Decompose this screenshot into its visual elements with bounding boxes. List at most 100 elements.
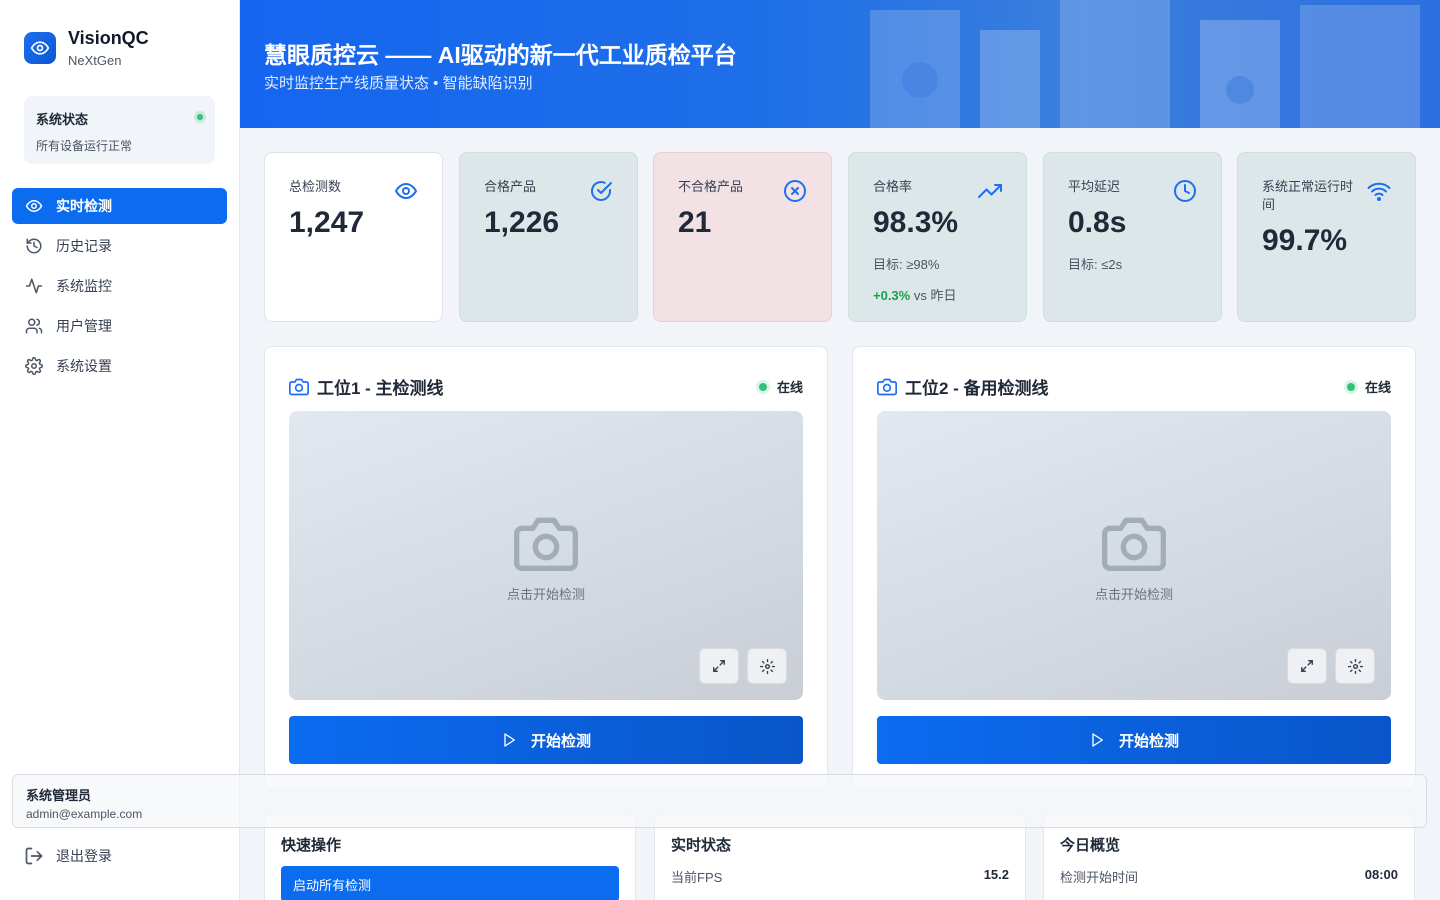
- brand[interactable]: VisionQC NeXtGen: [24, 28, 149, 68]
- wifi-icon: [1367, 182, 1391, 201]
- station-status-label: 在线: [1364, 380, 1391, 395]
- sidebar-item-monitor[interactable]: 系统监控: [12, 268, 227, 304]
- overview-title: 今日概览: [1060, 837, 1121, 854]
- stat-card-latency: 平均延迟 0.8s 目标: ≤2s: [1043, 152, 1222, 322]
- station-status-label: 在线: [776, 380, 803, 395]
- sidebar-item-realtime[interactable]: 实时检测: [12, 188, 227, 224]
- play-icon: [1089, 732, 1105, 748]
- stat-value: 98.3%: [873, 206, 959, 239]
- row-value: 15.2: [983, 867, 1009, 882]
- camera-icon: [289, 378, 309, 395]
- station-status: 在线: [1346, 377, 1391, 396]
- online-dot: [758, 382, 767, 391]
- sidebar-item-settings[interactable]: 系统设置: [12, 348, 227, 384]
- system-status-card: 系统状态 所有设备运行正常: [24, 96, 215, 164]
- row-value: 08:00: [1364, 867, 1398, 882]
- start-detection-label: 开始检测: [1118, 732, 1179, 750]
- system-status-title: 系统状态: [36, 112, 89, 127]
- eye-logo-icon: [24, 32, 56, 64]
- sidebar-item-label: 历史记录: [56, 238, 112, 254]
- factory-background-image: [870, 0, 1420, 128]
- gear-icon: [759, 658, 775, 674]
- sidebar-item-label: 实时检测: [56, 198, 112, 214]
- sidebar-item-label: 用户管理: [56, 318, 112, 334]
- delta-suffix: vs 昨日: [913, 288, 957, 303]
- page-subtitle: 实时监控生产线质量状态 • 智能缺陷识别: [264, 75, 533, 92]
- play-icon: [501, 732, 517, 748]
- stat-label: 合格产品: [484, 179, 537, 194]
- gear-icon: [1347, 658, 1363, 674]
- stat-card-uptime: 系统正常运行时间 99.7%: [1237, 152, 1416, 322]
- stat-label: 不合格产品: [678, 179, 744, 194]
- camera-icon: [877, 378, 897, 395]
- stat-value: 99.7%: [1262, 224, 1348, 257]
- brand-name: VisionQC: [68, 28, 149, 48]
- sidebar-nav: 实时检测 历史记录 系统监控 用户管理 系统设置: [12, 188, 227, 388]
- realtime-row: 当前FPS 15.2: [671, 867, 1009, 886]
- gear-icon: [24, 356, 44, 376]
- expand-icon: [1301, 660, 1313, 672]
- stat-label: 平均延迟: [1068, 179, 1121, 194]
- stat-card-passed: 合格产品 1,226: [459, 152, 638, 322]
- sidebar-item-history[interactable]: 历史记录: [12, 228, 227, 264]
- stat-target: 目标: ≤2s: [1068, 257, 1123, 272]
- camera-settings-button[interactable]: [747, 648, 787, 684]
- start-detection-button[interactable]: 开始检测: [289, 716, 803, 764]
- check-circle-icon: [591, 181, 612, 201]
- status-online-dot: [197, 114, 203, 120]
- station-panel-2: 工位2 - 备用检测线 在线 点击开始检测 开始检测: [852, 346, 1416, 789]
- delta-value: +0.3%: [873, 288, 911, 303]
- stat-label: 系统正常运行时间: [1262, 179, 1354, 212]
- camera-settings-button[interactable]: [1335, 648, 1375, 684]
- stat-label: 合格率: [873, 179, 913, 194]
- users-icon: [24, 316, 44, 336]
- history-icon: [24, 236, 44, 256]
- start-detection-label: 开始检测: [530, 732, 591, 750]
- station-status: 在线: [758, 377, 803, 396]
- station-panel-1: 工位1 - 主检测线 在线 点击开始检测 开始检测: [264, 346, 828, 789]
- stat-target: 目标: ≥98%: [873, 257, 940, 272]
- user-email: admin@example.com: [26, 807, 143, 821]
- start-all-button[interactable]: 启动所有检测: [281, 866, 619, 900]
- x-circle-icon: [784, 180, 806, 202]
- sidebar-item-label: 系统设置: [56, 358, 112, 374]
- camera-preview[interactable]: 点击开始检测: [289, 411, 803, 700]
- trending-up-icon: [978, 184, 1002, 198]
- camera-preview[interactable]: 点击开始检测: [877, 411, 1391, 700]
- stat-value: 0.8s: [1068, 206, 1127, 239]
- eye-icon: [395, 183, 417, 199]
- expand-icon: [713, 660, 725, 672]
- stat-delta: +0.3% vs 昨日: [873, 285, 1002, 304]
- stat-value: 1,247: [289, 206, 365, 239]
- start-detection-button[interactable]: 开始检测: [877, 716, 1391, 764]
- logout-icon: [24, 846, 44, 866]
- user-profile[interactable]: 系统管理员 admin@example.com: [12, 774, 1427, 828]
- clock-icon: [1174, 180, 1196, 202]
- camera-placeholder-icon: [514, 517, 578, 571]
- preview-hint: 点击开始检测: [506, 587, 585, 602]
- overview-row: 检测开始时间 08:00: [1060, 867, 1398, 886]
- stat-value: 1,226: [484, 206, 560, 239]
- logout-button[interactable]: 退出登录: [24, 846, 112, 866]
- camera-placeholder-icon: [1102, 517, 1166, 571]
- hero-banner: 慧眼质控云 —— AI驱动的新一代工业质检平台 实时监控生产线质量状态 • 智能…: [240, 0, 1440, 128]
- sidebar: VisionQC NeXtGen 系统状态 所有设备运行正常 实时检测 历史记录…: [0, 0, 240, 900]
- fullscreen-button[interactable]: [1287, 648, 1327, 684]
- stat-card-pass-rate: 合格率 98.3% 目标: ≥98% +0.3% vs 昨日: [848, 152, 1027, 322]
- row-key: 检测开始时间: [1060, 870, 1139, 885]
- page-title: 慧眼质控云 —— AI驱动的新一代工业质检平台: [264, 42, 737, 68]
- sidebar-item-users[interactable]: 用户管理: [12, 308, 227, 344]
- system-status-desc: 所有设备运行正常: [36, 139, 133, 153]
- brand-subtitle: NeXtGen: [68, 53, 122, 68]
- logout-label: 退出登录: [56, 848, 112, 864]
- online-dot: [1346, 382, 1355, 391]
- station-title: 工位2 - 备用检测线: [905, 379, 1049, 398]
- activity-icon: [24, 276, 44, 296]
- row-key: 当前FPS: [671, 870, 723, 885]
- sidebar-item-label: 系统监控: [56, 278, 112, 294]
- stat-value: 21: [678, 206, 712, 239]
- stat-card-failed: 不合格产品 21: [653, 152, 832, 322]
- realtime-title: 实时状态: [671, 837, 732, 854]
- fullscreen-button[interactable]: [699, 648, 739, 684]
- stat-label: 总检测数: [289, 179, 342, 194]
